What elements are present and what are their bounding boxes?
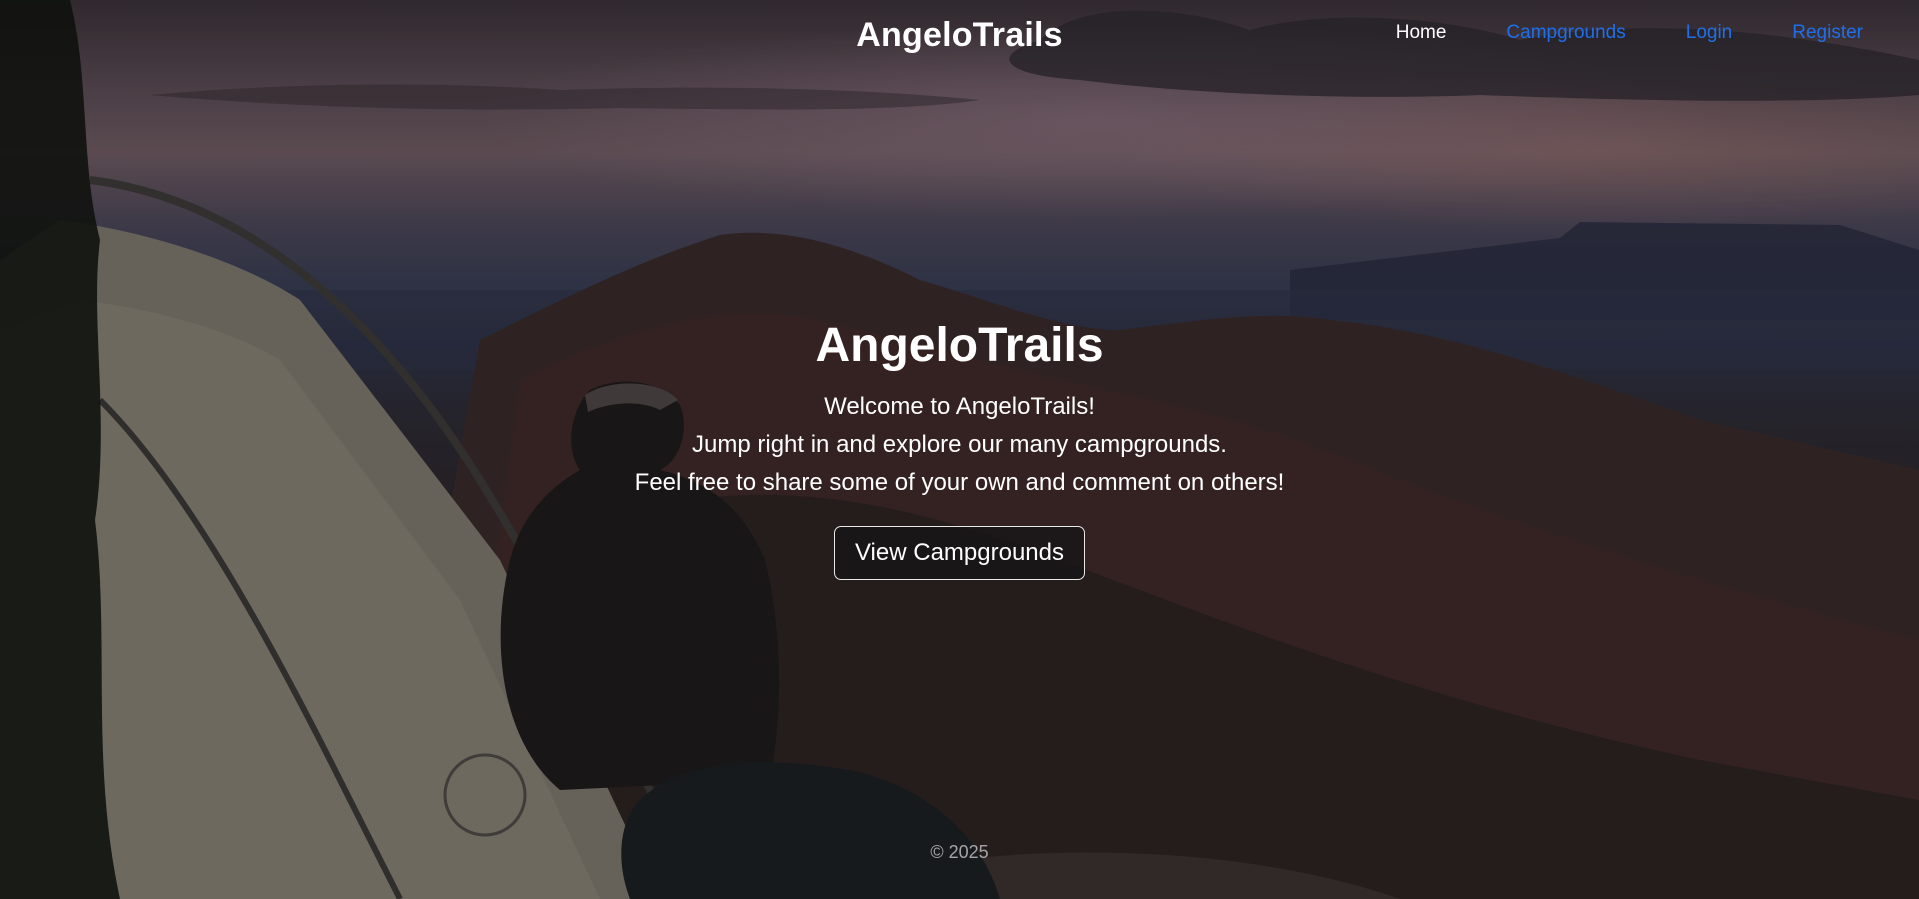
hero-welcome-line: Welcome to AngeloTrails! (824, 393, 1095, 420)
hero-title: AngeloTrails (815, 319, 1104, 372)
nav-link-home[interactable]: Home (1396, 22, 1447, 44)
footer-copyright: © 2025 (930, 842, 989, 862)
hero-explore-line: Jump right in and explore our many campg… (692, 431, 1227, 458)
hero-share-line: Feel free to share some of your own and … (634, 469, 1285, 496)
landing-page: AngeloTrails Home Campgrounds Login Regi… (0, 0, 1919, 899)
nav-link-campgrounds[interactable]: Campgrounds (1506, 22, 1625, 44)
nav-link-register[interactable]: Register (1792, 22, 1863, 44)
view-campgrounds-button[interactable]: View Campgrounds (833, 526, 1085, 580)
top-nav: Home Campgrounds Login Register (1396, 22, 1863, 44)
nav-link-login[interactable]: Login (1686, 22, 1733, 44)
hero-section: AngeloTrails Welcome to AngeloTrails! Ju… (0, 318, 1919, 580)
